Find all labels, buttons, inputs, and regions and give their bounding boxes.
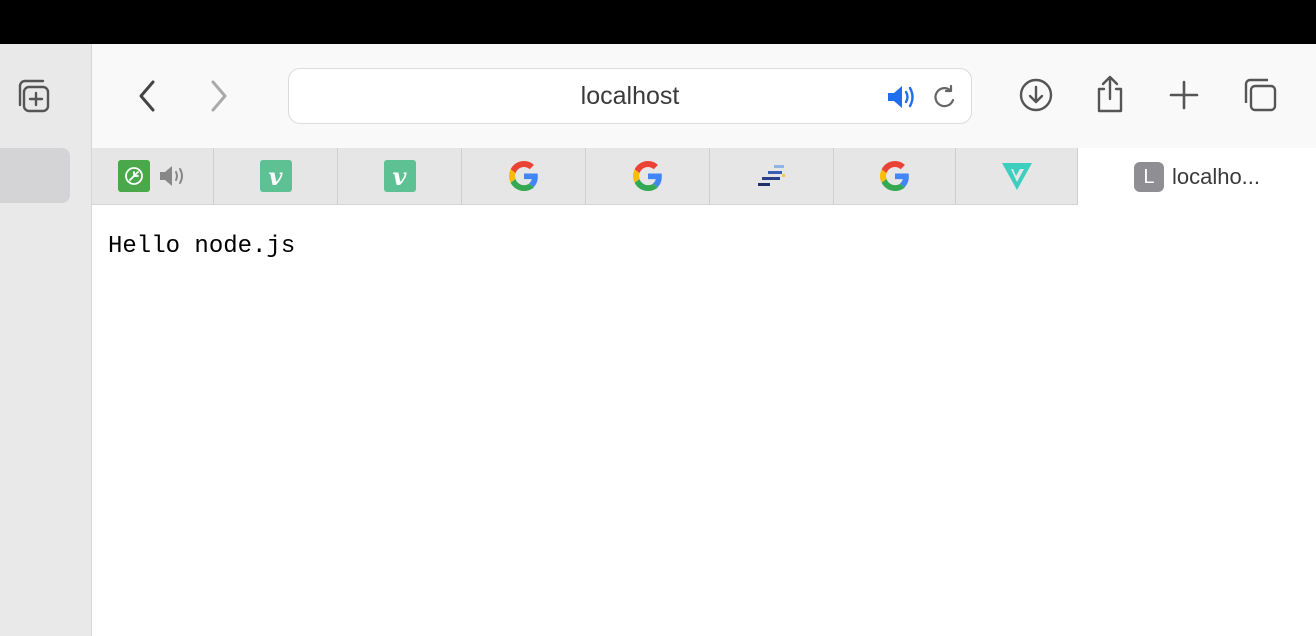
green-leaf-icon [117,160,150,192]
download-icon [1019,78,1053,112]
teal-v-logo-icon [1001,163,1032,190]
sidebar-selected-item[interactable] [0,148,70,203]
chevron-right-icon [211,80,227,112]
vimeo-icon: v [259,160,292,192]
tab-5[interactable] [586,148,710,204]
system-menu-bar [0,0,1316,44]
tab-6[interactable] [710,148,834,204]
google-icon [879,161,909,191]
tab-4[interactable] [462,148,586,204]
tab-group-add-icon [18,79,50,113]
forward-button[interactable] [196,74,240,118]
page-body-text: Hello node.js [108,233,296,260]
google-icon [632,161,662,191]
tab-bar: v v L localho... [92,148,1316,205]
sidebar [0,44,92,636]
back-button[interactable] [126,74,170,118]
address-bar[interactable]: localhost [288,68,972,124]
tab-overview-button[interactable] [1238,73,1282,117]
stacked-bars-icon [757,165,785,186]
browser-toolbar: localhost [92,44,1316,148]
tab-localhost[interactable]: L localho... [1078,148,1316,205]
reload-icon[interactable] [929,83,959,113]
new-tab-button[interactable] [1162,73,1206,117]
tab-7[interactable] [834,148,956,204]
vimeo-icon: v [383,160,416,192]
chevron-left-icon [139,80,155,112]
new-tab-group-button[interactable] [14,76,54,116]
letter-L-icon: L [1133,161,1164,192]
tab-overview-icon [1244,78,1277,112]
share-icon [1097,75,1123,113]
web-page-content: Hello node.js [92,205,1316,636]
address-text[interactable]: localhost [289,69,971,125]
downloads-button[interactable] [1014,73,1058,117]
tab-1[interactable] [92,148,214,204]
tab-title: localho... [1171,163,1261,189]
share-button[interactable] [1088,72,1132,116]
tab-3[interactable]: v [338,148,462,204]
google-icon [508,161,538,191]
audio-playing-icon[interactable] [885,83,917,111]
tab-8[interactable] [956,148,1078,204]
plus-icon [1169,80,1199,110]
speaker-icon[interactable] [158,164,188,188]
tab-2[interactable]: v [214,148,338,204]
